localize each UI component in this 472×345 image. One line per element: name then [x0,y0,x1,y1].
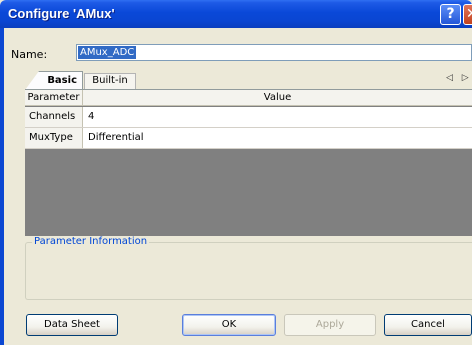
table-row[interactable]: MuxType Differential [25,128,472,149]
help-button[interactable]: ? [440,4,461,25]
name-input-value: AMux_ADC [78,46,137,59]
grid-header: Parameter Value [25,90,472,106]
table-row[interactable]: Channels 4 [25,107,472,128]
close-icon: ✕ [466,6,472,22]
column-header-value[interactable]: Value [83,90,472,106]
row-parameter-value[interactable]: 4 [88,107,94,127]
parameter-information-group: Parameter Information [25,236,472,300]
row-parameter-value[interactable]: Differential [88,128,144,148]
tab-strip: Basic Built-in ◁ ▷ [25,70,472,91]
data-sheet-button[interactable]: Data Sheet [26,314,118,336]
help-icon: ? [446,6,455,22]
column-header-parameter[interactable]: Parameter [25,90,83,106]
window-frame-left [0,28,4,345]
close-button[interactable]: ✕ [463,4,472,25]
row-parameter-name: Channels [25,107,83,127]
cancel-button[interactable]: Cancel [384,314,472,336]
window-title: Configure 'AMux' [8,6,115,21]
parameter-grid: Parameter Value Channels 4 MuxType Diffe… [25,89,472,236]
row-parameter-name: MuxType [25,128,83,148]
parameter-information-title: Parameter Information [32,236,150,247]
name-label: Name: [11,48,48,61]
apply-button[interactable]: Apply [284,314,376,336]
title-bar[interactable]: Configure 'AMux' ? ✕ [0,0,472,28]
tab-built-in[interactable]: Built-in [84,73,136,89]
ok-button[interactable]: OK [182,314,276,336]
name-input[interactable]: AMux_ADC [76,44,472,61]
tab-scroll-arrows-icon[interactable]: ◁ ▷ [446,73,472,83]
